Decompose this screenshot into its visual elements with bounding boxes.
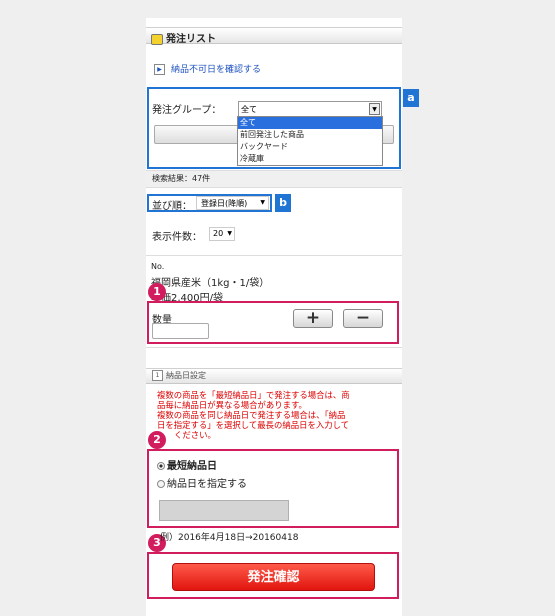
product-no-label: No. xyxy=(151,262,165,271)
radio-shortest-label: 最短納品日 xyxy=(167,461,217,472)
radio-shortest-date[interactable]: 最短納品日 xyxy=(157,457,217,472)
delivery-unavailable-link-text: 納品不可日を確認する xyxy=(171,65,262,75)
order-group-select[interactable]: 全て ▼ xyxy=(238,101,382,117)
calendar-icon: 1 xyxy=(152,370,163,381)
delivery-section-header: 1 納品日設定 xyxy=(146,368,402,384)
order-group-option[interactable]: 前回発注した商品 xyxy=(238,129,382,141)
search-results: 検索結果：47件 xyxy=(152,174,211,183)
per-page-label: 表示件数： xyxy=(152,232,202,243)
header-bar: 発注リスト xyxy=(146,27,402,45)
order-group-option[interactable]: 冷蔵庫 xyxy=(238,153,382,165)
quantity-input[interactable] xyxy=(152,323,209,339)
order-group-selected: 全て xyxy=(241,105,257,114)
radio-specify-date[interactable]: 納品日を指定する xyxy=(157,475,247,490)
sort-label: 並び順： xyxy=(152,201,192,212)
sort-select[interactable]: 登録日(降順) ▼ xyxy=(196,196,269,210)
chevron-down-icon: ▼ xyxy=(260,199,265,206)
play-icon: ▶ xyxy=(154,64,165,75)
quantity-minus-button[interactable]: − xyxy=(343,309,383,328)
delivery-date-input[interactable] xyxy=(159,500,289,521)
radio-unselected-icon xyxy=(157,480,165,488)
radio-specify-label: 納品日を指定する xyxy=(167,479,247,490)
per-page-select[interactable]: 20 ▼ xyxy=(209,227,235,241)
quantity-plus-button[interactable]: + xyxy=(293,309,333,328)
annotation-tag-a: a xyxy=(403,89,419,107)
order-group-option[interactable]: 全て xyxy=(238,117,382,129)
radio-selected-icon xyxy=(157,462,165,470)
chevron-down-icon: ▼ xyxy=(227,230,232,237)
order-group-label: 発注グループ： xyxy=(152,105,222,116)
page-title: 発注リスト xyxy=(166,34,216,45)
confirm-order-button[interactable]: 発注確認 xyxy=(172,563,375,591)
annotation-number-2: 2 xyxy=(148,431,166,449)
per-page-value: 20 xyxy=(213,229,224,238)
dropdown-arrow-icon[interactable]: ▼ xyxy=(369,103,380,115)
delivery-note-line: ください。 xyxy=(174,430,216,440)
sort-value: 登録日(降順) xyxy=(201,199,248,208)
annotation-tag-b: b xyxy=(275,194,291,212)
delivery-unavailable-link[interactable]: ▶ 納品不可日を確認する xyxy=(154,62,261,75)
list-icon xyxy=(151,33,163,45)
delivery-section-title: 納品日設定 xyxy=(166,371,206,380)
order-group-option[interactable]: バックヤード xyxy=(238,141,382,153)
date-format-example: 例）2016年4月18日→20160418 xyxy=(160,533,299,543)
product-name: 福岡県産米（1kg・1/袋） xyxy=(151,278,270,289)
annotation-number-1: 1 xyxy=(148,283,166,301)
